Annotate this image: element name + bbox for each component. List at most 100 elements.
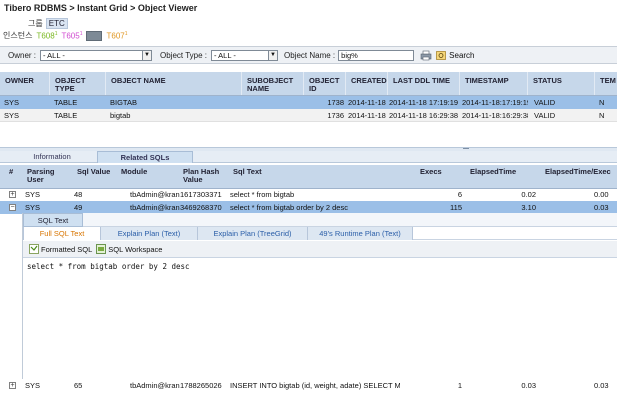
- search-button-label: Search: [449, 50, 475, 60]
- cell-temporary: N: [599, 98, 605, 107]
- column-header[interactable]: CREATED: [346, 72, 388, 95]
- owner-label: Owner :: [8, 50, 37, 60]
- tab-information[interactable]: Information: [8, 151, 96, 163]
- table-row[interactable]: SYS TABLE bigtab 1736 2014-11-18 1 2014-…: [0, 109, 617, 122]
- subtab-runtime-plan-text[interactable]: 49's Runtime Plan (Text): [308, 227, 413, 240]
- subtab-explain-plan-treegrid[interactable]: Explain Plan (TreeGrid): [198, 227, 308, 240]
- cell-object-type: TABLE: [54, 111, 78, 120]
- tab-sql-text[interactable]: SQL Text: [23, 213, 83, 227]
- print-icon[interactable]: [420, 50, 432, 61]
- search-button[interactable]: Search: [436, 50, 475, 61]
- instance-item[interactable]: T6071: [106, 31, 127, 41]
- cell-sql-value: 48: [74, 190, 83, 199]
- column-header[interactable]: OBJECT NAME: [106, 72, 242, 95]
- chevron-down-icon: ▼: [268, 50, 278, 60]
- cell-elapsed-time: 0.02: [521, 190, 536, 199]
- object-type-select[interactable]: - ALL - ▼: [211, 49, 279, 61]
- column-header[interactable]: Parsing User: [27, 168, 67, 184]
- cell-module: tbAdmin@kranI.: [130, 190, 180, 199]
- expand-icon[interactable]: +: [9, 382, 16, 389]
- chevron-down-icon: ▼: [142, 50, 152, 60]
- column-header[interactable]: Sql Value: [77, 168, 110, 176]
- cell-sql-text: select * from bigtab: [230, 190, 295, 199]
- detail-toolbar: Formatted SQL SQL Workspace: [23, 241, 617, 258]
- cell-created: 2014-11-18 1: [348, 111, 388, 120]
- column-header[interactable]: STATUS: [528, 72, 595, 95]
- sql-text-area[interactable]: select * from bigtab order by 2 desc: [23, 259, 617, 379]
- bottom-tabs: Information Related SQLs: [0, 151, 617, 163]
- cell-subobject-name: [242, 96, 304, 109]
- sql-workspace-label: SQL Workspace: [108, 244, 163, 254]
- cell-module: tbAdmin@kranI.: [130, 381, 180, 390]
- cell-owner: SYS: [4, 98, 20, 107]
- column-header[interactable]: OBJECT ID: [304, 72, 346, 95]
- tab-related-sqls[interactable]: Related SQLs: [97, 151, 193, 163]
- search-icon: [436, 50, 447, 60]
- cell-created: 2014-11-18 1: [348, 98, 388, 107]
- cell-object-name: BIGTAB: [110, 98, 137, 107]
- cell-object-id: 1736: [327, 111, 344, 120]
- column-header[interactable]: TIMESTAMP: [460, 72, 528, 95]
- cell-owner: SYS: [4, 111, 20, 120]
- cell-elapsed-time: 0.03: [521, 381, 536, 390]
- group-label: 그룹: [28, 19, 43, 28]
- cell-plan-hash: 1617303371: [180, 190, 222, 199]
- sql-row[interactable]: + SYS 48 tbAdmin@kranI. 1617303371 selec…: [0, 188, 617, 201]
- group-row: 그룹 ETC: [28, 18, 68, 29]
- cell-last-ddl-time: 2014-11-18 16:29:38: [389, 111, 459, 120]
- cell-object-id: 1738: [327, 98, 344, 107]
- sql-grid-header: # Parsing User Sql Value Module Plan Has…: [0, 165, 617, 189]
- cell-subobject-name: [242, 109, 304, 121]
- workspace-icon: [96, 244, 107, 254]
- column-header[interactable]: Sql Text: [233, 168, 262, 176]
- column-header[interactable]: SUBOBJECT NAME: [242, 72, 304, 95]
- cell-status: VALID: [534, 98, 556, 107]
- detail-tab-bar: SQL Text: [23, 213, 617, 227]
- object-type-select-value: - ALL -: [214, 50, 236, 60]
- cell-sql-value: 65: [74, 381, 83, 390]
- sql-row[interactable]: + SYS 65 tbAdmin@kranI. 1788265026 INSER…: [0, 379, 617, 392]
- cell-plan-hash: 1788265026: [180, 381, 222, 390]
- owner-select-value: - ALL -: [43, 50, 65, 60]
- expand-icon[interactable]: +: [9, 191, 16, 198]
- column-header[interactable]: #: [9, 168, 13, 176]
- instance-item[interactable]: T6051: [61, 31, 82, 41]
- owner-select[interactable]: - ALL - ▼: [40, 49, 153, 61]
- column-header[interactable]: Module: [121, 168, 147, 176]
- column-header[interactable]: Execs: [420, 168, 442, 176]
- group-tag[interactable]: ETC: [45, 18, 68, 29]
- filter-bar: Owner : - ALL - ▼ Object Type : - ALL - …: [0, 46, 617, 64]
- instance-swatch[interactable]: [86, 30, 103, 41]
- column-header[interactable]: LAST DDL TIME: [388, 72, 460, 95]
- instance-item[interactable]: T6081: [36, 31, 57, 41]
- cell-elapsed-per-exec: 0.00: [594, 190, 609, 199]
- column-header[interactable]: ElapsedTime/Exec: [545, 168, 611, 176]
- cell-elapsed-per-exec: 0.03: [594, 381, 609, 390]
- splitter-grip-icon[interactable]: [463, 148, 469, 150]
- formatted-sql-button[interactable]: Formatted SQL: [29, 244, 92, 254]
- instance-label: 인스턴스: [3, 31, 33, 40]
- column-header[interactable]: OBJECT TYPE: [50, 72, 106, 95]
- object-name-label: Object Name :: [284, 50, 336, 60]
- sql-detail-panel: SQL Text Full SQL Text Explain Plan (Tex…: [22, 213, 617, 379]
- cell-parsing-user: SYS: [25, 381, 41, 390]
- collapse-icon[interactable]: −: [9, 204, 16, 211]
- subtab-explain-plan-text[interactable]: Explain Plan (Text): [101, 227, 198, 240]
- subtab-full-sql-text[interactable]: Full SQL Text: [23, 227, 101, 240]
- column-header[interactable]: OWNER: [0, 72, 50, 95]
- cell-sql-text: INSERT INTO bigtab (id, weight, adate) S…: [230, 381, 400, 390]
- object-type-label: Object Type :: [160, 50, 208, 60]
- cell-parsing-user: SYS: [25, 190, 41, 199]
- object-name-input[interactable]: big%: [338, 49, 415, 61]
- instance-row: 인스턴스 T6081 T6051 T6071: [3, 30, 128, 41]
- format-icon: [29, 244, 39, 254]
- sql-workspace-button[interactable]: SQL Workspace: [96, 244, 162, 254]
- column-header[interactable]: ElapsedTime: [470, 168, 516, 176]
- cell-temporary: N: [599, 111, 605, 120]
- table-row[interactable]: SYS TABLE BIGTAB 1738 2014-11-18 1 2014-…: [0, 96, 617, 109]
- column-header[interactable]: Plan Hash Value: [183, 168, 223, 184]
- column-header[interactable]: TEM: [595, 72, 617, 95]
- breadcrumb: Tibero RDBMS > Instant Grid > Object Vie…: [4, 3, 198, 13]
- object-grid-header: OWNER OBJECT TYPE OBJECT NAME SUBOBJECT …: [0, 72, 617, 96]
- cell-execs: 1: [457, 381, 462, 390]
